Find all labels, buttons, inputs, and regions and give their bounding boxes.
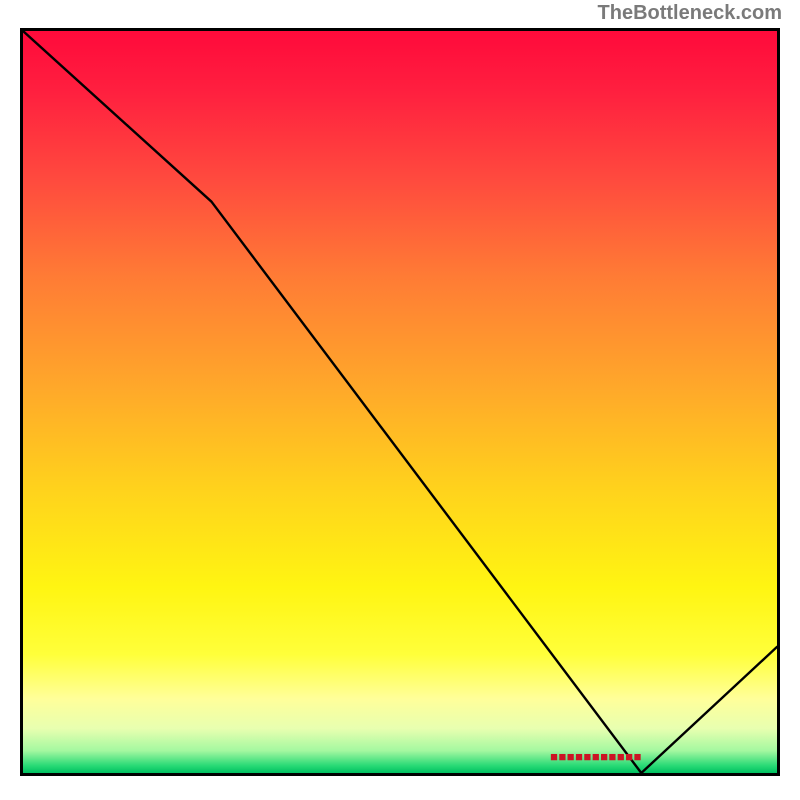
line-series (23, 31, 777, 773)
chart-container: TheBottleneck.com ■■■■■■■■■■■ (0, 0, 800, 800)
plot-area: ■■■■■■■■■■■ (20, 28, 780, 776)
attribution-text: TheBottleneck.com (598, 2, 782, 25)
x-axis-annotation: ■■■■■■■■■■■ (550, 749, 642, 764)
